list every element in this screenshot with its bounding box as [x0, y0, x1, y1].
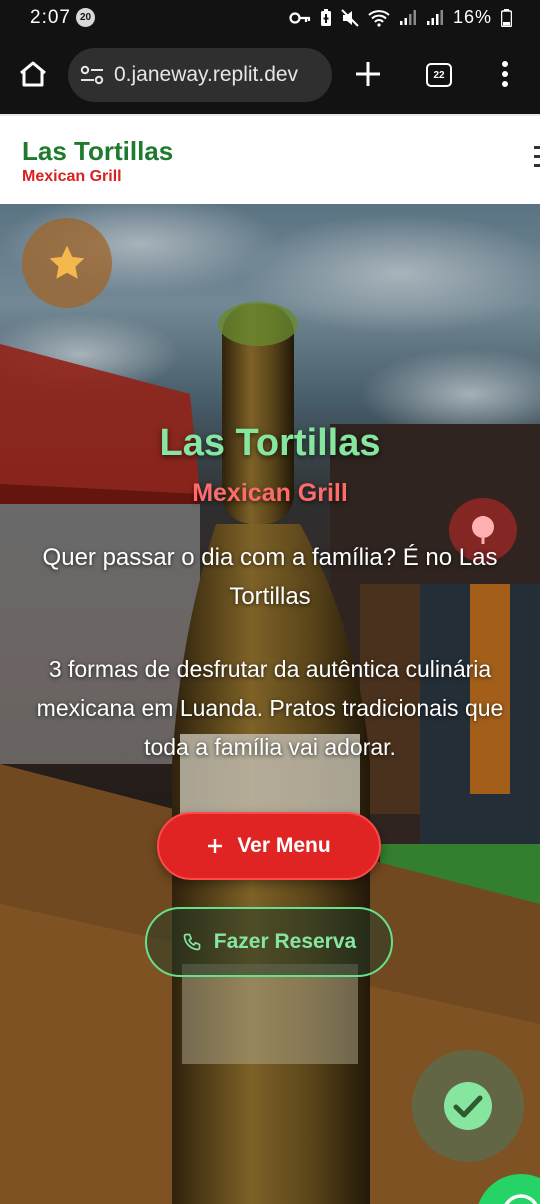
star-icon [49, 245, 85, 279]
hero-description: 3 formas de desfrutar da autêntica culin… [36, 656, 504, 760]
browser-toolbar: 0.janeway.replit.dev 22 [0, 36, 540, 114]
hero-title: Las Tortillas [159, 422, 381, 464]
hero-subtitle: Mexican Grill [192, 479, 348, 507]
new-tab-button[interactable] [354, 60, 382, 93]
confirm-fab[interactable] [412, 1050, 524, 1162]
url-text[interactable]: 0.janeway.replit.dev [114, 63, 328, 87]
hamburger-menu-icon[interactable] [534, 146, 540, 173]
phone-icon [183, 933, 201, 951]
status-bar: 2:07 20 16% [0, 0, 540, 36]
favorite-button[interactable] [22, 218, 112, 308]
signal-icon [399, 9, 416, 25]
hero-lead-text: Quer passar o dia com a família? É no La… [42, 544, 498, 610]
site-settings-icon[interactable] [80, 65, 104, 85]
home-button[interactable] [18, 60, 48, 93]
hero-section: Las Tortillas Mexican Grill Quer passar … [0, 204, 540, 1204]
site-header: Las Tortillas Mexican Grill [0, 114, 540, 204]
make-reservation-label: Fazer Reserva [213, 930, 357, 953]
whatsapp-icon [504, 1194, 538, 1204]
brand-subtitle: Mexican Grill [22, 168, 122, 185]
check-circle-icon [444, 1082, 492, 1130]
notification-badge: 20 [76, 8, 95, 27]
more-vert-icon [502, 61, 508, 87]
key-icon [289, 11, 311, 24]
home-icon [20, 61, 46, 87]
view-menu-label: Ver Menu [237, 834, 331, 857]
status-time: 2:07 [30, 7, 71, 28]
brand-title[interactable]: Las Tortillas [22, 136, 173, 167]
address-bar[interactable]: 0.janeway.replit.dev [68, 48, 332, 102]
signal-icon-2 [426, 9, 443, 25]
browser-menu-button[interactable] [500, 60, 510, 93]
battery-icon [501, 8, 512, 27]
plus-icon [208, 839, 223, 853]
tab-switcher-button[interactable]: 22 [426, 63, 452, 87]
wifi-icon [368, 9, 390, 27]
battery-level: 16% [452, 7, 492, 27]
mute-icon [341, 8, 359, 27]
make-reservation-button[interactable]: Fazer Reserva [145, 907, 393, 977]
plus-icon [356, 62, 380, 86]
status-icons: 16% [289, 7, 512, 28]
battery-saver-icon [320, 8, 331, 26]
view-menu-button[interactable]: Ver Menu [157, 812, 381, 880]
